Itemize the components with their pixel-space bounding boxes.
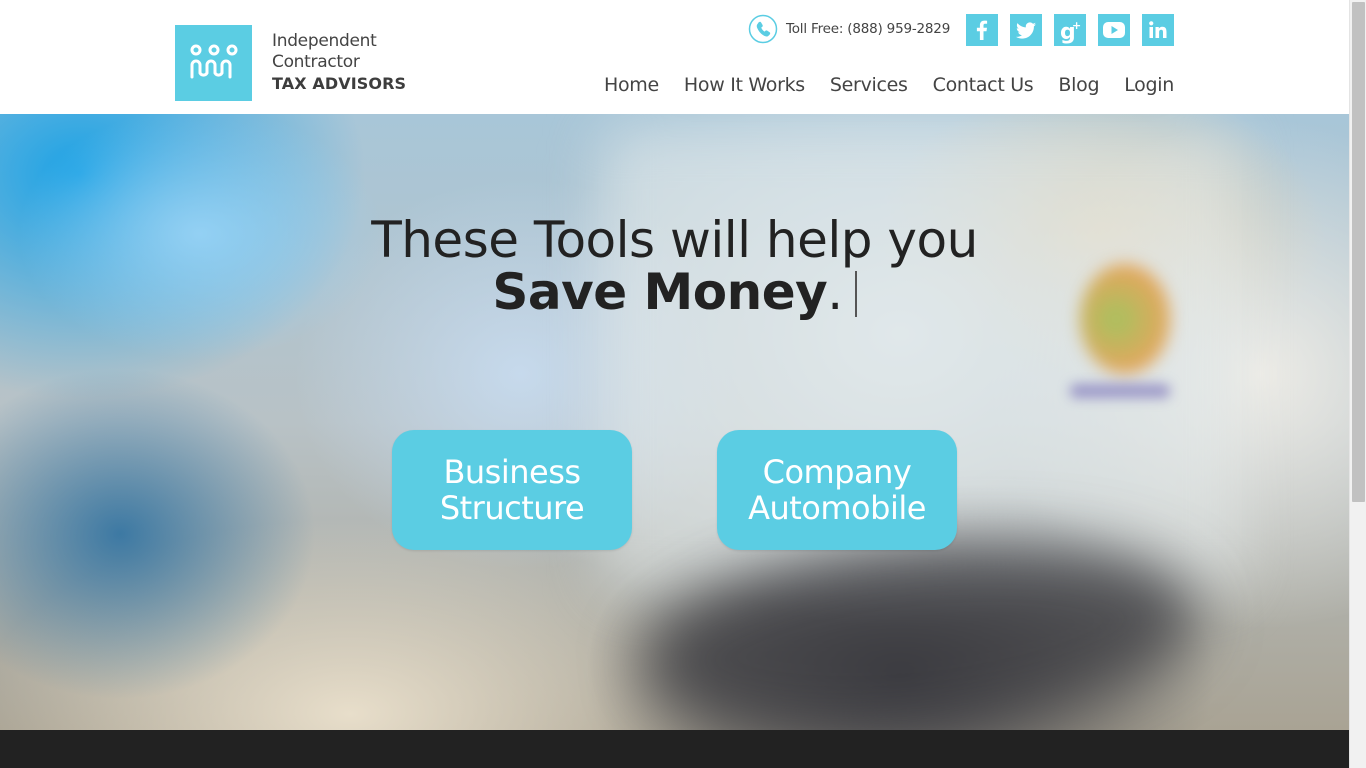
hero-section: These Tools will help you Save Money. Bu… <box>0 114 1349 730</box>
nav-item-services[interactable]: Services <box>830 74 908 96</box>
svg-text:+: + <box>1072 19 1081 32</box>
linkedin-icon <box>1149 21 1167 38</box>
hero-headline-emphasis: Save Money <box>492 263 828 321</box>
main-nav: Home How It Works Services Contact Us Bl… <box>579 74 1174 96</box>
phone-number: Toll Free: (888) 959-2829 <box>786 21 951 37</box>
youtube-link[interactable] <box>1098 14 1130 46</box>
logo-line-1: Independent <box>272 31 377 51</box>
google-plus-link[interactable]: g + <box>1054 14 1086 46</box>
hero-headline-line-2: Save Money. <box>0 266 1349 318</box>
facebook-icon <box>976 20 988 40</box>
google-plus-icon: g + <box>1060 19 1081 45</box>
logo-line-3: TAX ADVISORS <box>272 74 407 93</box>
typing-cursor <box>854 271 857 317</box>
social-links: g + <box>966 14 1174 46</box>
nav-item-home[interactable]: Home <box>604 74 659 96</box>
site-logo-link[interactable]: Independent Contractor TAX ADVISORS <box>175 25 415 101</box>
page: Independent Contractor TAX ADVISORS Toll… <box>0 0 1349 768</box>
logo-line-2: Contractor <box>272 52 360 72</box>
company-automobile-label-1: Company <box>762 453 912 491</box>
site-header: Independent Contractor TAX ADVISORS Toll… <box>0 0 1349 114</box>
twitter-link[interactable] <box>1010 14 1042 46</box>
nav-item-contact-us[interactable]: Contact Us <box>933 74 1034 96</box>
company-automobile-label-2: Automobile <box>748 489 926 527</box>
scrollbar-thumb[interactable] <box>1352 2 1365 502</box>
twitter-icon <box>1015 22 1036 39</box>
logo-text: Independent Contractor TAX ADVISORS <box>272 31 406 94</box>
facebook-link[interactable] <box>966 14 998 46</box>
hero-headline-period: . <box>827 263 843 321</box>
logo-mark-icon <box>175 25 252 101</box>
company-automobile-button[interactable]: Company Automobile <box>717 430 957 550</box>
phone-contact: Toll Free: (888) 959-2829 <box>748 14 950 44</box>
phone-icon <box>748 14 778 44</box>
nav-item-how-it-works[interactable]: How It Works <box>684 74 805 96</box>
business-structure-label-2: Structure <box>439 489 585 527</box>
hero-headline-line-1: These Tools will help you <box>371 211 978 269</box>
nav-item-login[interactable]: Login <box>1124 74 1174 96</box>
footer-bar <box>0 730 1349 768</box>
business-structure-button[interactable]: Business Structure <box>392 430 632 550</box>
youtube-icon <box>1103 22 1125 38</box>
hero-headline: These Tools will help you Save Money. <box>0 214 1349 318</box>
linkedin-link[interactable] <box>1142 14 1174 46</box>
hero-background-bar <box>1070 384 1170 398</box>
business-structure-label-1: Business <box>443 453 581 491</box>
nav-item-blog[interactable]: Blog <box>1058 74 1099 96</box>
page-scrollbar[interactable] <box>1349 0 1366 768</box>
